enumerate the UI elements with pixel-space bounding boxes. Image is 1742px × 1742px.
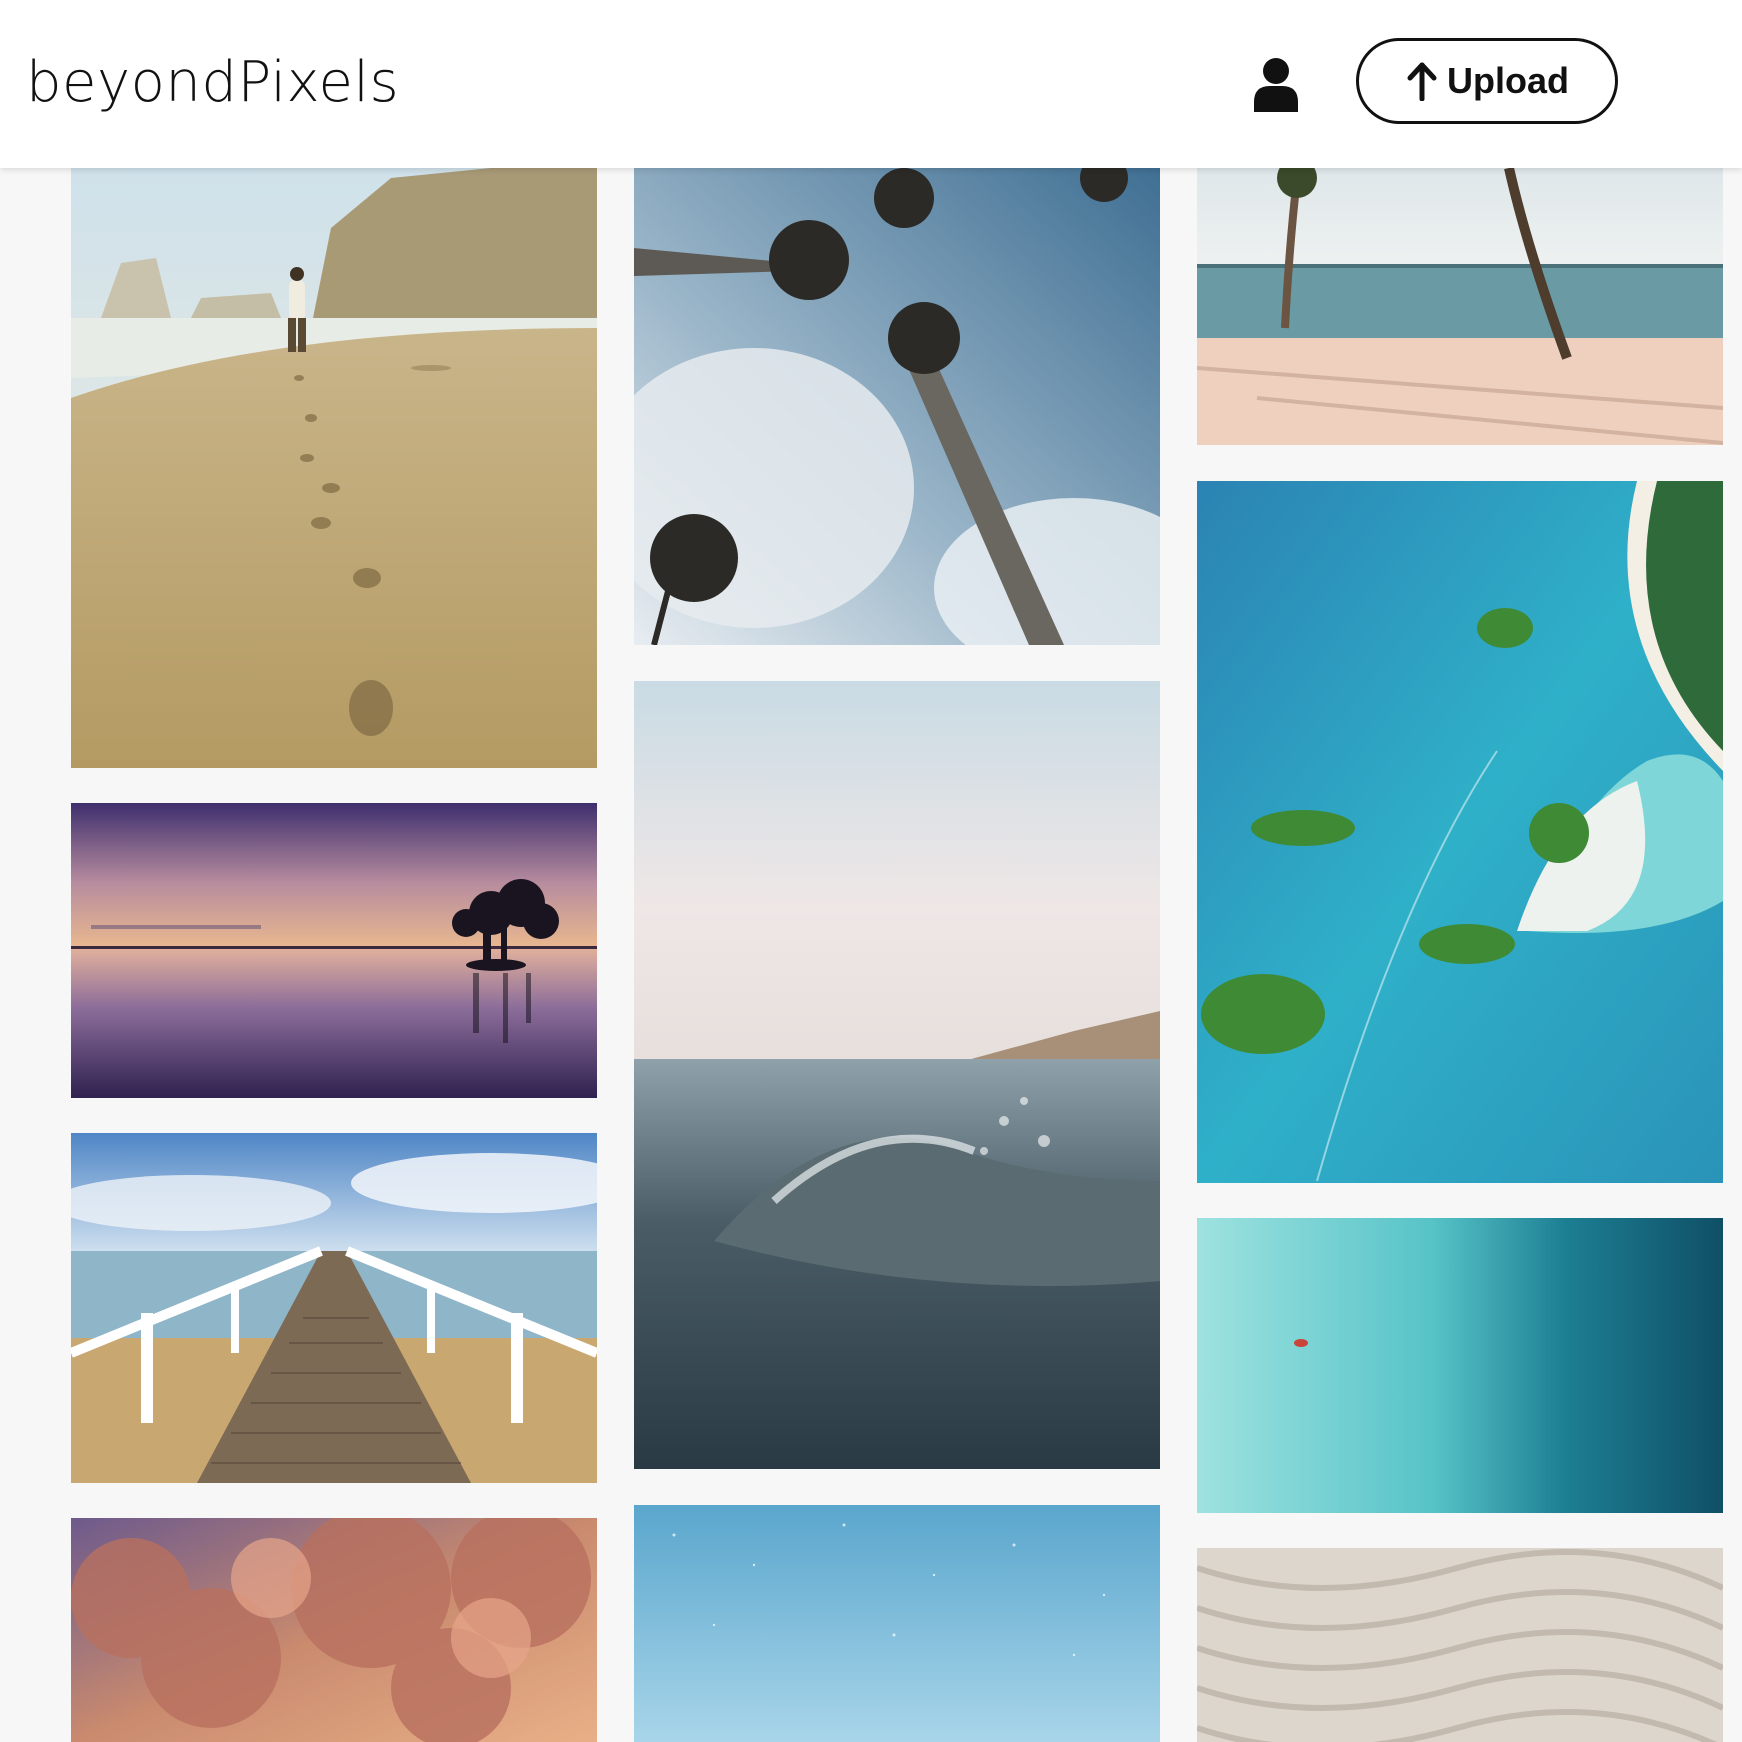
palm-trees-sky-image: [634, 168, 1160, 645]
starry-sky-image: [634, 1505, 1160, 1742]
photo-mangrove-sunset[interactable]: [71, 803, 597, 1098]
mangrove-sunset-image: [71, 803, 597, 1098]
photo-beach-footprints[interactable]: [71, 168, 597, 768]
photo-sand-ripples[interactable]: [1197, 1548, 1723, 1742]
aerial-turquoise-water-image: [1197, 1218, 1723, 1513]
photo-aerial-islands[interactable]: [1197, 481, 1723, 1183]
photo-starry-sky[interactable]: [634, 1505, 1160, 1742]
arrow-up-icon: [1407, 62, 1437, 101]
user-account-button[interactable]: [1252, 56, 1300, 112]
photo-sunset-clouds[interactable]: [71, 1518, 597, 1742]
photo-ocean-wave[interactable]: [634, 681, 1160, 1469]
photo-wooden-pier[interactable]: [71, 1133, 597, 1483]
wooden-pier-image: [71, 1133, 597, 1483]
photo-aerial-turquoise-water[interactable]: [1197, 1218, 1723, 1513]
sand-ripples-image: [1197, 1548, 1723, 1742]
top-navigation-bar: beyondPixels Upload: [0, 0, 1742, 168]
ocean-wave-image: [634, 681, 1160, 1469]
beach-footprints-image: [71, 168, 597, 768]
upload-button-label: Upload: [1447, 60, 1569, 101]
aerial-islands-image: [1197, 481, 1723, 1183]
palm-beach-image: [1197, 168, 1723, 445]
user-icon: [1254, 58, 1298, 112]
photo-palm-beach[interactable]: [1197, 168, 1723, 445]
site-logo[interactable]: beyondPixels: [26, 48, 399, 118]
photo-palm-trees-sky[interactable]: [634, 168, 1160, 645]
sunset-clouds-image: [71, 1518, 597, 1742]
upload-button[interactable]: Upload: [1356, 38, 1618, 124]
